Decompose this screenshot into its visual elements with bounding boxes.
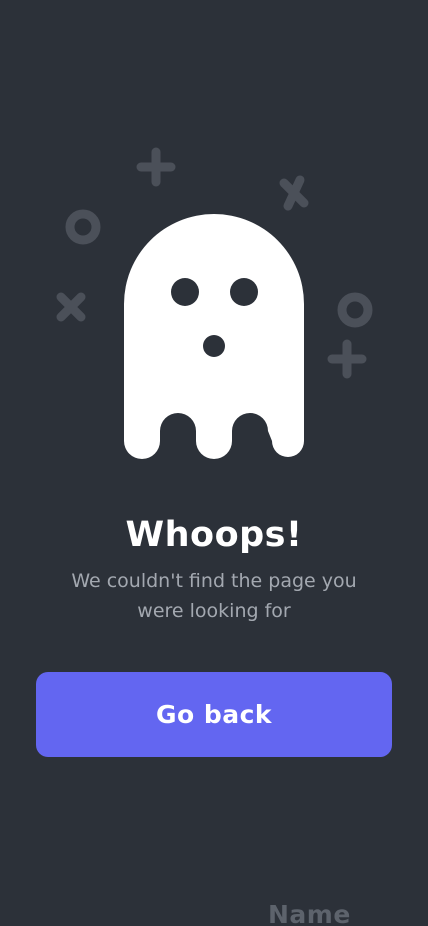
plus-icon (327, 339, 367, 379)
error-message: We couldn't find the page you were looki… (71, 570, 357, 622)
page-title: Whoops! (125, 515, 303, 555)
name-label: Name (268, 900, 351, 926)
go-back-button[interactable]: Go back (36, 672, 392, 757)
not-found-screen: Whoops! We couldn't find the page you we… (0, 0, 428, 926)
cross-icon (279, 175, 309, 211)
ghost-mouth (203, 335, 225, 357)
ghost-illustration (56, 147, 373, 459)
plus-icon (136, 147, 176, 187)
ghost-left-eye (171, 278, 199, 306)
ghost-right-eye (230, 278, 258, 306)
circle-icon (65, 209, 101, 245)
cross-icon (56, 292, 86, 322)
circle-icon (337, 292, 373, 328)
